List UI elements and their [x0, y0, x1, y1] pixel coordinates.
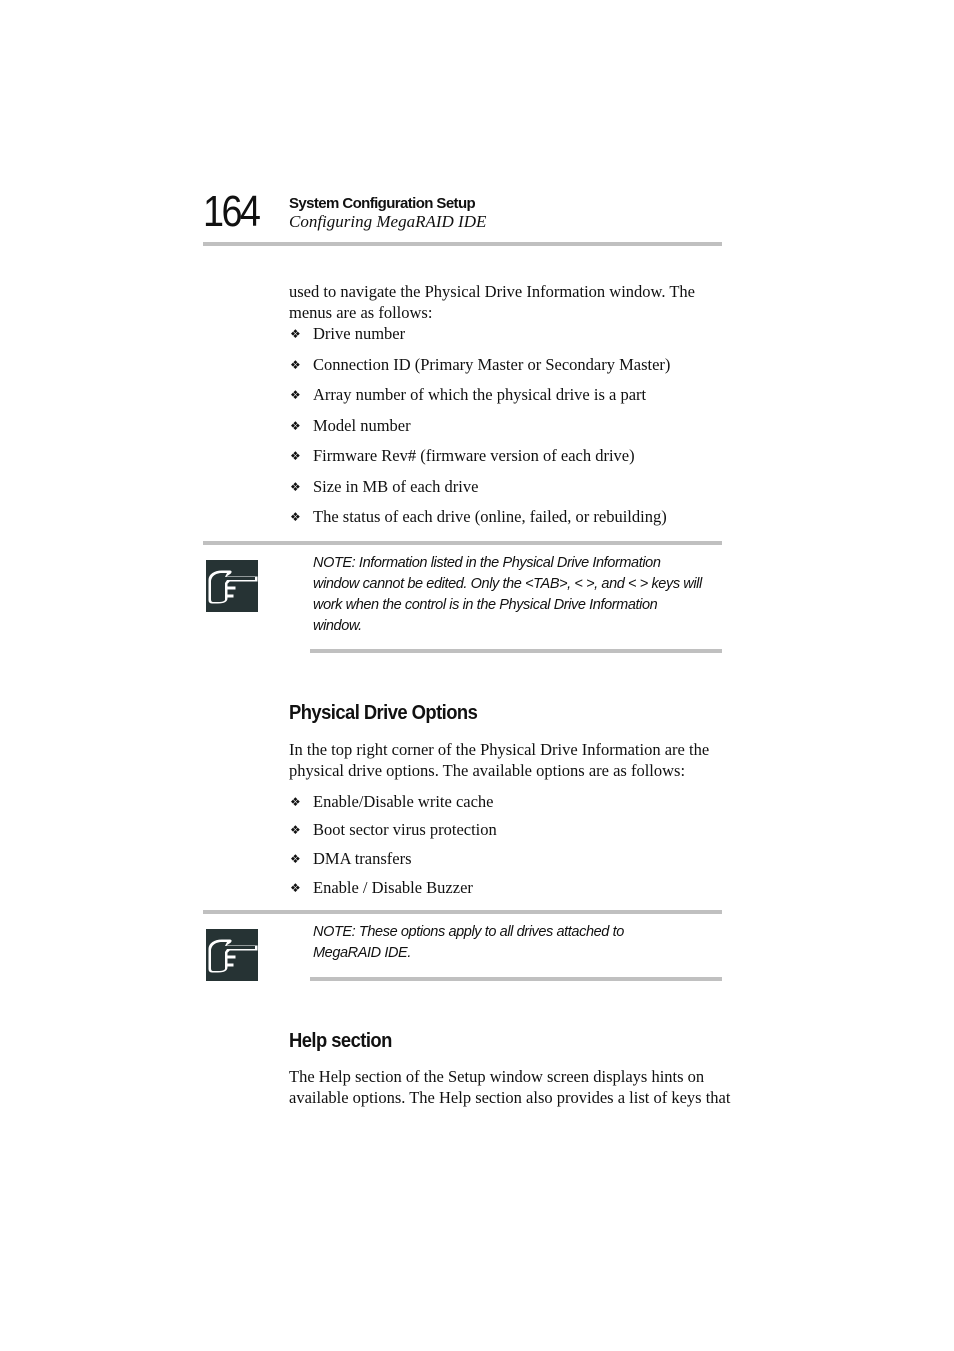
header-rule: [203, 242, 722, 246]
bullet-icon: ❖: [290, 327, 301, 341]
bullet-icon: ❖: [290, 852, 301, 866]
bullet-icon: ❖: [290, 795, 301, 809]
options-paragraph: In the top right corner of the Physical …: [289, 740, 710, 780]
section-title: Configuring MegaRAID IDE: [289, 212, 487, 231]
bullet-icon: ❖: [290, 449, 301, 463]
bullet-icon: ❖: [290, 419, 301, 433]
intro-paragraph: used to navigate the Physical Drive Info…: [289, 282, 695, 322]
note-top-rule: [203, 541, 722, 545]
note-top-rule: [203, 910, 722, 914]
note-text: NOTE: These options apply to all drives …: [313, 924, 624, 961]
section-heading: Help section: [289, 1030, 392, 1052]
bullet-icon: ❖: [290, 388, 301, 402]
chapter-title: System Configuration Setup: [289, 195, 476, 212]
note-text: NOTE: Information listed in the Physical…: [313, 555, 702, 634]
pointing-hand-icon: [206, 929, 259, 981]
note-bottom-rule: [310, 977, 722, 981]
bullet-icon: ❖: [290, 358, 301, 372]
note-bottom-rule: [310, 649, 722, 653]
bullet-icon: ❖: [290, 881, 301, 895]
page-number: 164: [203, 187, 261, 236]
bullet-icon: ❖: [290, 480, 301, 494]
pointing-hand-icon: [206, 560, 259, 612]
help-paragraph: The Help section of the Setup window scr…: [289, 1067, 731, 1107]
section-heading: Physical Drive Options: [289, 702, 478, 724]
bullet-icon: ❖: [290, 823, 301, 837]
bullet-icon: ❖: [290, 510, 301, 524]
